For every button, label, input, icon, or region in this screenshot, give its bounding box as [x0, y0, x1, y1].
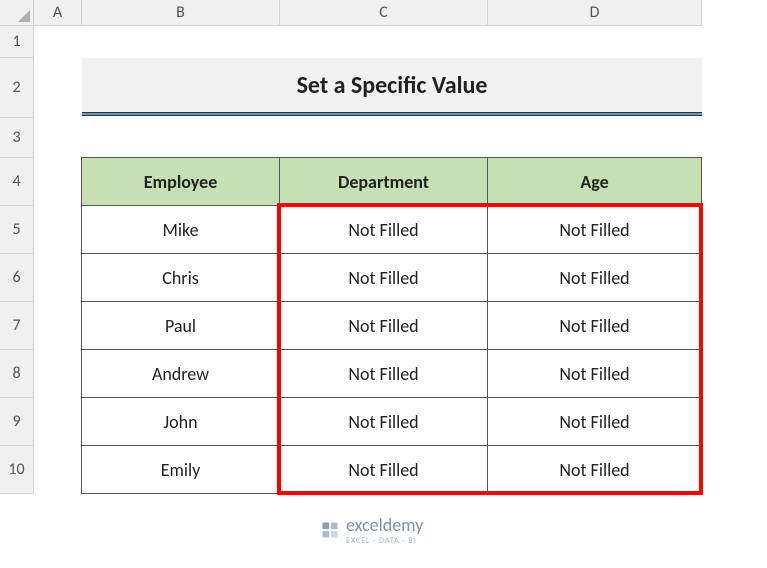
title-cell[interactable]: Set a Specific Value [82, 58, 702, 112]
row-header-7[interactable]: 7 [0, 302, 33, 350]
cell-value: Not Filled [559, 267, 629, 289]
cell-value: Not Filled [559, 459, 629, 481]
cell-value: Mike [162, 219, 198, 241]
header-age[interactable]: Age [487, 157, 702, 206]
cell-value: Not Filled [348, 315, 418, 337]
cell-age-2[interactable]: Not Filled [487, 253, 702, 302]
row-header-5[interactable]: 5 [0, 206, 33, 254]
select-all-corner[interactable] [0, 0, 34, 26]
cell-value: Not Filled [559, 411, 629, 433]
cell-department-3[interactable]: Not Filled [279, 301, 488, 350]
cell-department-1[interactable]: Not Filled [279, 205, 488, 254]
cell-age-1[interactable]: Not Filled [487, 205, 702, 254]
title-underline [82, 112, 702, 116]
header-department[interactable]: Department [279, 157, 488, 206]
row-header-8[interactable]: 8 [0, 350, 33, 398]
cell-age-3[interactable]: Not Filled [487, 301, 702, 350]
cell-department-2[interactable]: Not Filled [279, 253, 488, 302]
cell-value: Not Filled [559, 219, 629, 241]
cell-age-5[interactable]: Not Filled [487, 397, 702, 446]
row-header-10[interactable]: 10 [0, 446, 33, 494]
row-header-4[interactable]: 4 [0, 158, 33, 206]
cell-age-6[interactable]: Not Filled [487, 445, 702, 494]
cell-employee-1[interactable]: Mike [81, 205, 280, 254]
row-header-6[interactable]: 6 [0, 254, 33, 302]
header-department-label: Department [338, 171, 429, 193]
cell-department-4[interactable]: Not Filled [279, 349, 488, 398]
row-header-3[interactable]: 3 [0, 118, 33, 158]
cell-value: Chris [162, 267, 199, 289]
watermark-name: exceldemy [346, 514, 423, 536]
spreadsheet: ABCD 12345678910 Set a Specific Value Em… [0, 0, 767, 568]
cell-value: Not Filled [559, 315, 629, 337]
cell-age-4[interactable]: Not Filled [487, 349, 702, 398]
header-age-label: Age [580, 171, 608, 193]
cell-department-6[interactable]: Not Filled [279, 445, 488, 494]
cell-employee-3[interactable]: Paul [81, 301, 280, 350]
cell-value: Not Filled [348, 363, 418, 385]
column-header-D[interactable]: D [488, 0, 702, 25]
watermark-icon [320, 520, 340, 540]
cell-employee-2[interactable]: Chris [81, 253, 280, 302]
watermark-sub: EXCEL · DATA · BI [346, 536, 423, 546]
row-header-2[interactable]: 2 [0, 58, 33, 118]
row-header-1[interactable]: 1 [0, 26, 33, 58]
cell-value: Not Filled [348, 411, 418, 433]
cell-value: Not Filled [559, 363, 629, 385]
cell-value: Paul [165, 315, 196, 337]
row-headers: 12345678910 [0, 26, 34, 494]
cell-value: Not Filled [348, 219, 418, 241]
cell-employee-5[interactable]: John [81, 397, 280, 446]
cell-employee-4[interactable]: Andrew [81, 349, 280, 398]
cell-value: Emily [161, 459, 201, 481]
column-headers: ABCD [34, 0, 702, 26]
row-header-9[interactable]: 9 [0, 398, 33, 446]
cell-value: Not Filled [348, 267, 418, 289]
title-text: Set a Specific Value [297, 71, 488, 100]
watermark: exceldemy EXCEL · DATA · BI [320, 514, 423, 546]
header-employee-label: Employee [144, 171, 218, 193]
column-header-B[interactable]: B [82, 0, 280, 25]
column-header-A[interactable]: A [34, 0, 82, 25]
cell-employee-6[interactable]: Emily [81, 445, 280, 494]
cell-department-5[interactable]: Not Filled [279, 397, 488, 446]
cell-value: John [163, 411, 197, 433]
cell-value: Andrew [152, 363, 209, 385]
header-employee[interactable]: Employee [81, 157, 280, 206]
column-header-C[interactable]: C [280, 0, 488, 25]
cell-value: Not Filled [348, 459, 418, 481]
